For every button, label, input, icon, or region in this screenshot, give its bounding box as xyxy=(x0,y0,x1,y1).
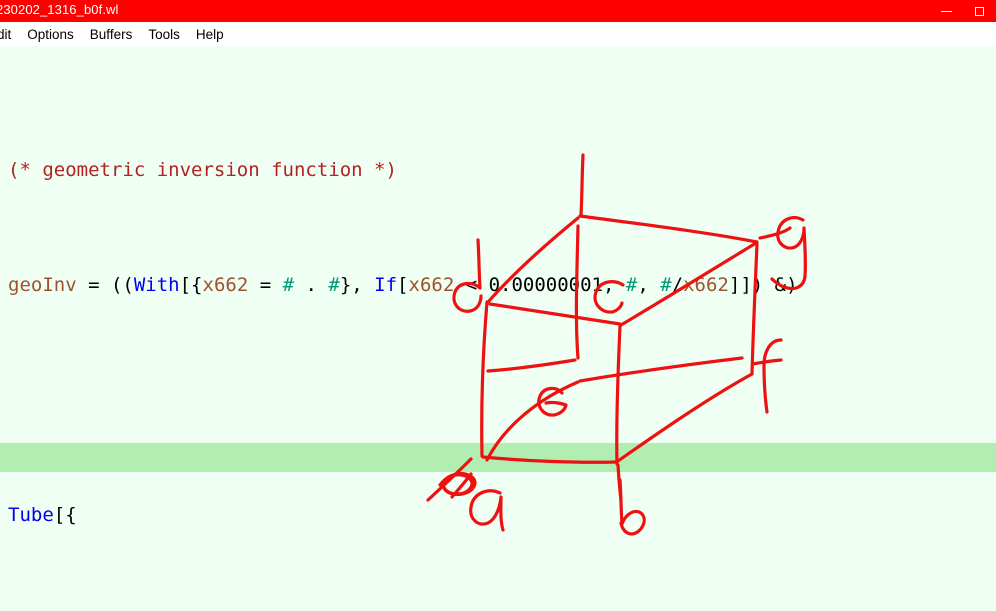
code-line-tube-open: Tube[{ xyxy=(8,503,77,526)
window-titlebar: 230202_1316_b0f.wl xyxy=(0,0,996,22)
minimize-button[interactable] xyxy=(930,0,963,22)
maximize-button[interactable] xyxy=(963,0,996,22)
menubar: dit Options Buffers Tools Help xyxy=(0,22,996,46)
menu-tools[interactable]: Tools xyxy=(140,27,188,42)
menu-options[interactable]: Options xyxy=(19,27,82,42)
maximize-icon xyxy=(975,6,984,16)
menu-buffers[interactable]: Buffers xyxy=(82,27,141,42)
window-title: 230202_1316_b0f.wl xyxy=(0,2,119,17)
emacs-window: 230202_1316_b0f.wl dit Options Buffers T… xyxy=(0,0,996,611)
code-editor-area[interactable]: (* geometric inversion function *) geoIn… xyxy=(0,46,996,611)
code-text: (* geometric inversion function *) geoIn… xyxy=(8,70,798,611)
menu-help[interactable]: Help xyxy=(188,27,232,42)
minimize-icon xyxy=(941,10,952,12)
menu-edit-clipped[interactable]: dit xyxy=(0,27,19,42)
window-controls xyxy=(930,0,996,22)
code-line-comment: (* geometric inversion function *) xyxy=(8,159,397,182)
code-line-geoinv: geoInv = ((With[{x662 = # . #}, If[x662 … xyxy=(8,273,798,296)
code-blank-1 xyxy=(8,386,798,415)
